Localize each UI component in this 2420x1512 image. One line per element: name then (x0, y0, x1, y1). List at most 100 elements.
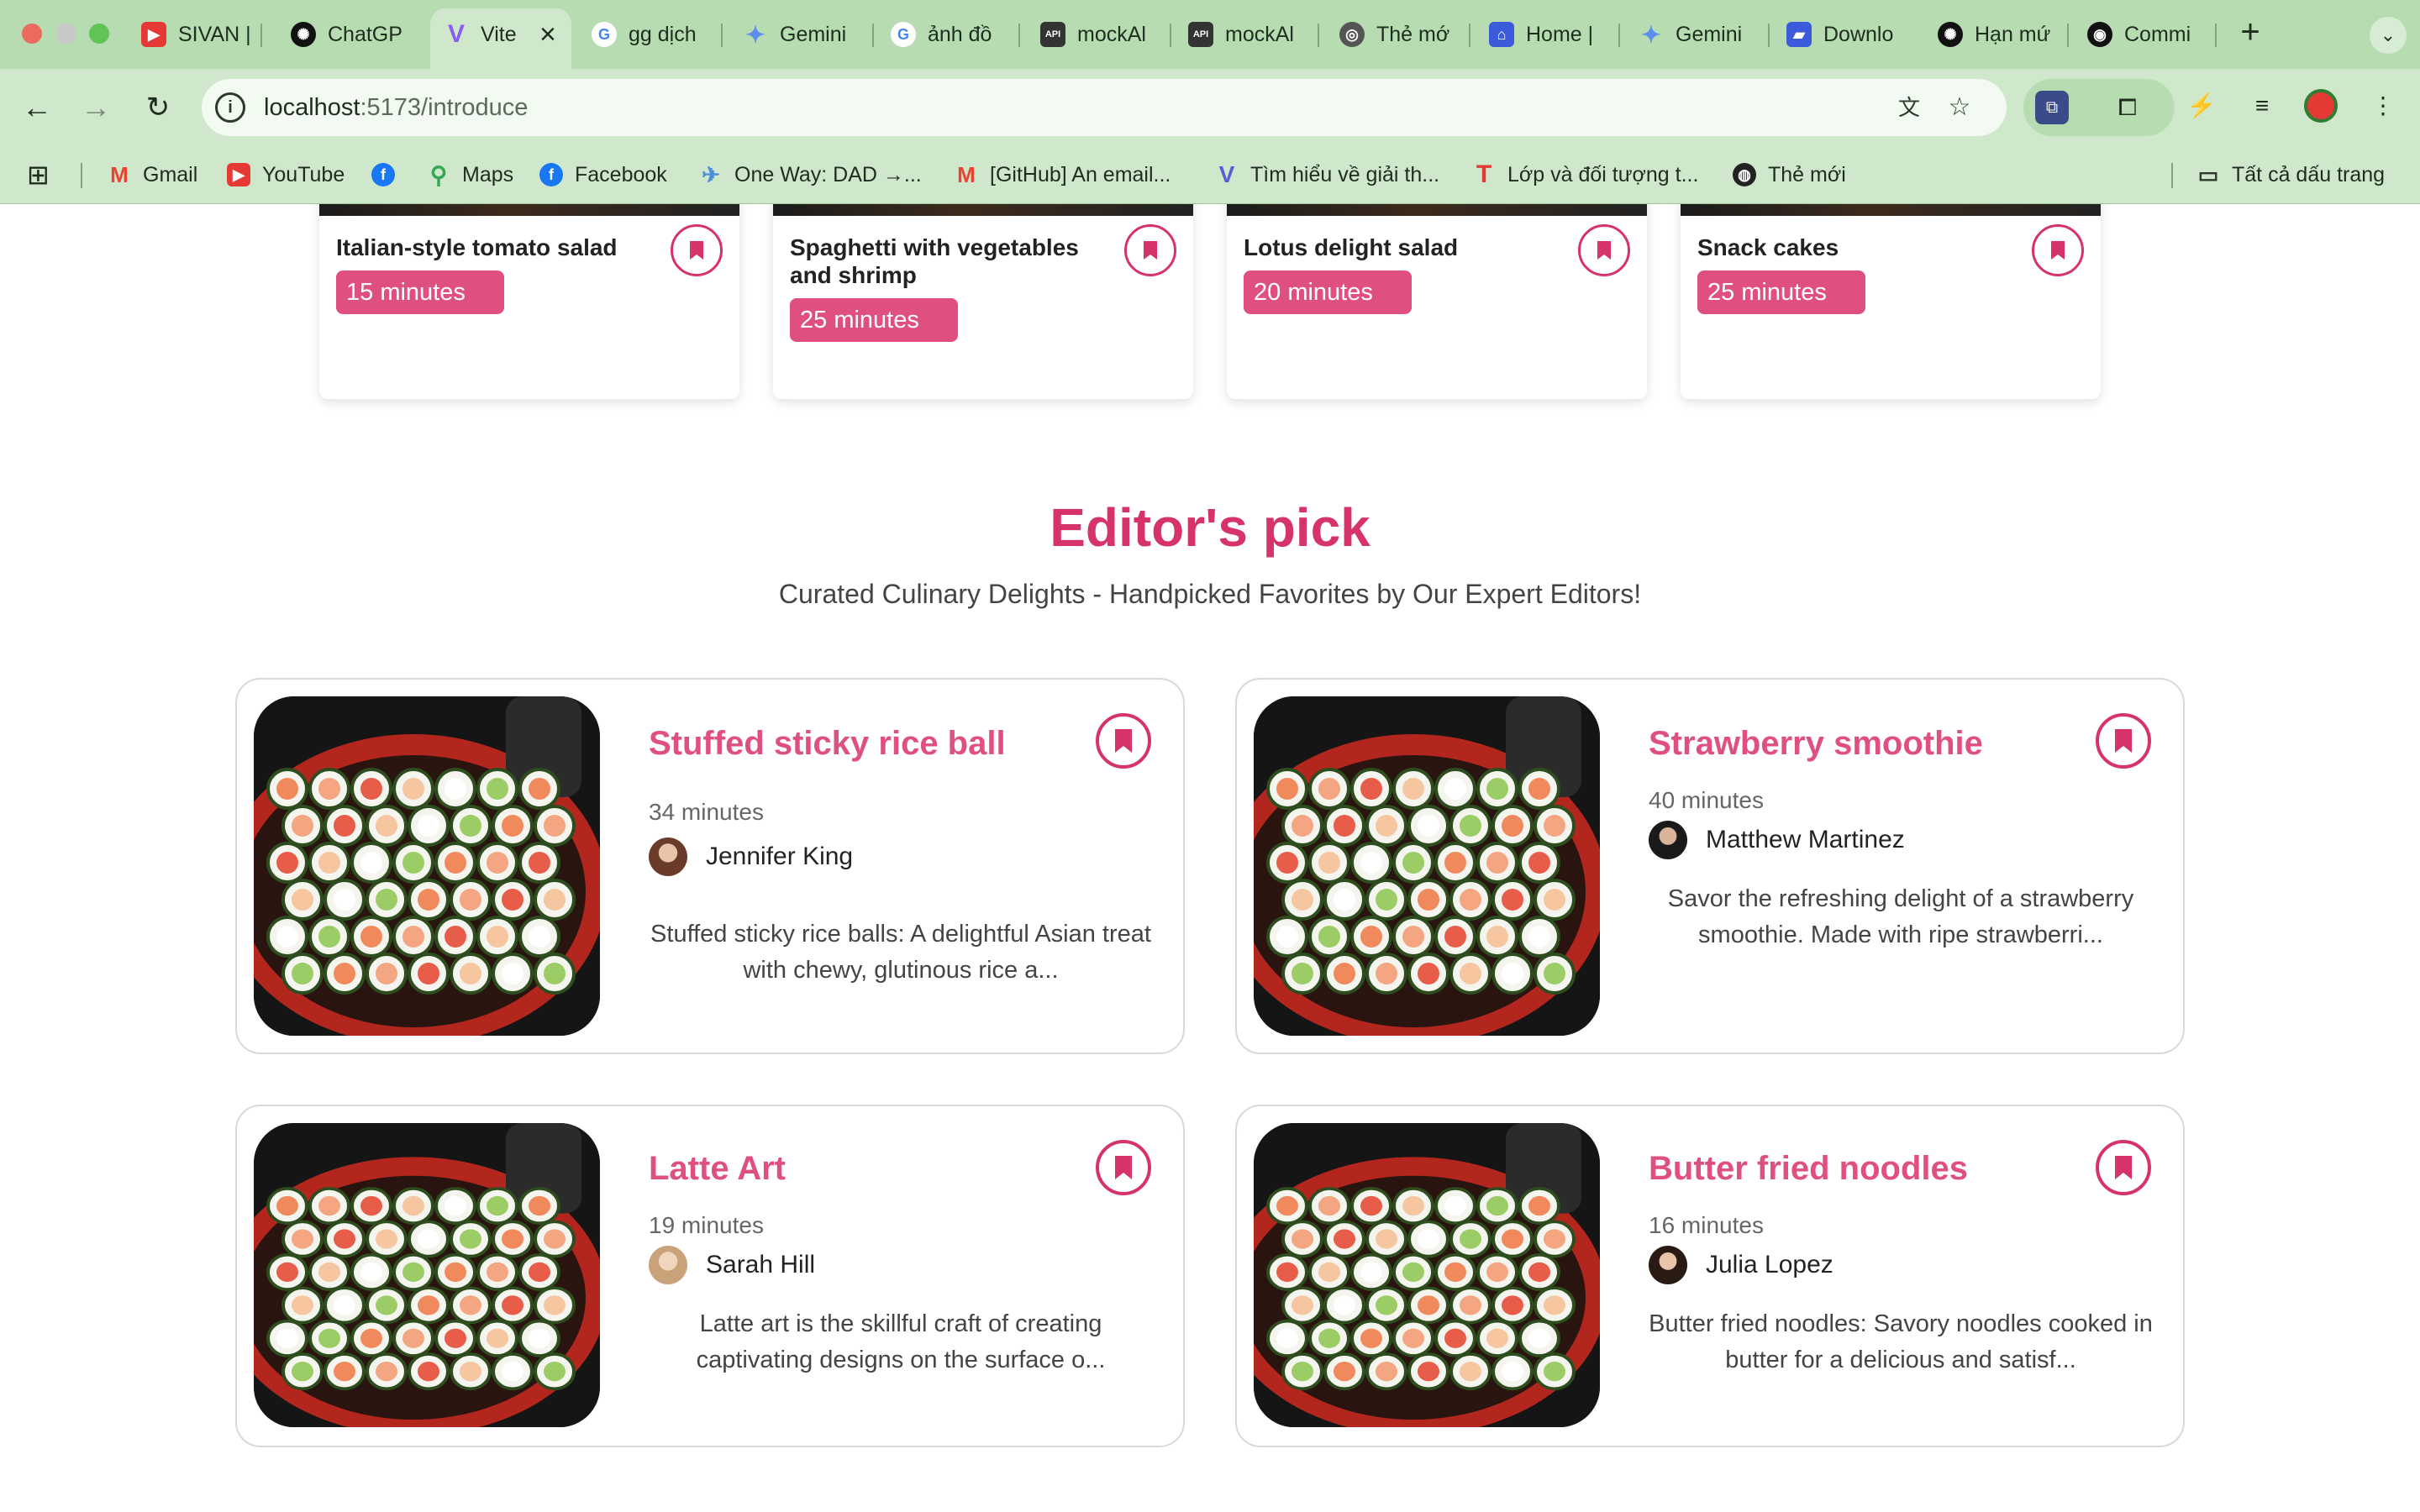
bookmark-gmail[interactable]: M Gmail (108, 158, 197, 192)
editor-pick-card[interactable]: Butter fried noodles 16 minutes Julia Lo… (1235, 1105, 2185, 1447)
translate-icon[interactable]: 文 (1892, 91, 1926, 124)
avatar (649, 1246, 687, 1284)
minimize-window-button[interactable] (55, 24, 76, 44)
recipe-title: Italian-style tomato salad (336, 234, 618, 260)
tab-search-button[interactable]: ⌄ (2370, 17, 2407, 54)
bolt-extension-icon[interactable]: ⚡ (2185, 89, 2218, 123)
v-icon: V (1218, 161, 1235, 187)
gmail-icon: M (110, 161, 129, 187)
tab[interactable]: Gảnh đồ (891, 15, 1008, 54)
gmail-icon: M (957, 161, 976, 187)
extension-icon[interactable]: ⧉ (2035, 91, 2069, 124)
puzzle-extensions-icon[interactable]: ⧠ (2111, 91, 2144, 124)
tab-vite-active[interactable]: V Vite × (444, 15, 570, 54)
bookmark-button[interactable] (1096, 713, 1151, 769)
bookmark-button[interactable] (2096, 713, 2151, 769)
bookmark-maps[interactable]: ⚲ Maps (427, 158, 513, 192)
time-badge: 25 minutes (790, 298, 958, 342)
bookmark-youtube[interactable]: ▶ YouTube (227, 158, 345, 192)
recipe-description: Butter fried noodles: Savory noodles coo… (1649, 1310, 2153, 1373)
maps-icon: ⚲ (429, 161, 448, 188)
tab-separator (1768, 24, 1770, 47)
close-tab-icon[interactable]: × (539, 18, 556, 51)
maximize-window-button[interactable] (89, 24, 109, 44)
bookmark-the-moi[interactable]: ◍ Thẻ mới (1733, 158, 1846, 192)
tab[interactable]: ✺ ChatGP (291, 15, 408, 54)
tab[interactable]: ⌂ Home | (1489, 15, 1607, 54)
tab[interactable]: API mockAl (1040, 15, 1158, 54)
menu-more-icon[interactable]: ⋮ (2366, 89, 2400, 123)
address-bar[interactable]: i localhost:5173/introduce 文 ☆ (202, 79, 2007, 136)
recipe-card[interactable]: Italian-style tomato salad 15 minutes (319, 204, 739, 399)
sushi-photo (254, 696, 600, 1036)
bookmark-facebook[interactable]: f Facebook (539, 158, 667, 192)
recipe-time: 40 minutes (1649, 787, 1764, 813)
bookmark-tim-hieu[interactable]: V Tìm hiểu về giải th... (1215, 158, 1439, 192)
youtube-icon: ▶ (141, 22, 166, 47)
author: Jennifer King (649, 836, 853, 878)
editor-pick-card[interactable]: Strawberry smoothie 40 minutes Matthew M… (1235, 678, 2185, 1054)
url-text[interactable]: localhost:5173/introduce (264, 94, 528, 122)
recipe-name[interactable]: Butter fried noodles (1649, 1150, 1968, 1188)
apps-grid-icon[interactable]: ⊞ (27, 158, 50, 192)
author: Matthew Martinez (1649, 819, 1905, 861)
editor-pick-card[interactable]: Latte Art 19 minutes Sarah Hill Latte ar… (235, 1105, 1185, 1447)
bookmark-star-icon[interactable]: ☆ (1943, 91, 1976, 124)
tab-separator (721, 24, 723, 47)
tab[interactable]: ✦ Gemini (743, 15, 869, 54)
author-name: Matthew Martinez (1706, 826, 1905, 853)
reload-button[interactable]: ↻ (139, 89, 176, 126)
bookmark-one-way[interactable]: ✈ One Way: DAD →... (699, 158, 922, 192)
tab[interactable]: ✺ Hạn mứ (1938, 15, 2055, 54)
time-badge: 20 minutes (1244, 270, 1412, 314)
gemini-icon: ✦ (1641, 21, 1661, 48)
avatar (1649, 1246, 1687, 1284)
bookmark-button[interactable] (1096, 1140, 1151, 1195)
back-button[interactable]: ← (18, 89, 55, 126)
bookmark-lop-va-doi-tuong[interactable]: T Lớp và đối tượng t... (1472, 158, 1699, 192)
tab-separator (1170, 24, 1171, 47)
editor-pick-card[interactable]: Stuffed sticky rice ball 34 minutes Jenn… (235, 678, 1185, 1054)
site-info-icon[interactable]: i (215, 92, 245, 123)
bookmark-facebook-icon-only[interactable]: f (371, 158, 407, 192)
profile-avatar[interactable] (2304, 89, 2338, 123)
bookmark-button[interactable] (2096, 1140, 2151, 1195)
media-controls-icon[interactable]: ≡ (2245, 89, 2279, 123)
recipe-card[interactable]: Spaghetti with vegetables and shrimp 25 … (773, 204, 1193, 399)
tab-separator (260, 24, 262, 47)
bookmark-button[interactable] (1578, 224, 1630, 276)
bookmark-icon (1115, 729, 1132, 753)
chrome-icon: ◎ (1339, 22, 1365, 47)
tab[interactable]: Ggg dịch (592, 15, 709, 54)
recipe-image (1681, 204, 2101, 216)
recipe-card[interactable]: Snack cakes 25 minutes (1681, 204, 2101, 399)
close-window-button[interactable] (22, 24, 42, 44)
new-tab-button[interactable]: + (2232, 15, 2269, 52)
tab-separator (1618, 24, 1620, 47)
recipe-card[interactable]: Lotus delight salad 20 minutes (1227, 204, 1647, 399)
tab[interactable]: ▰ Downlo (1786, 15, 1904, 54)
bookmark-button[interactable] (671, 224, 723, 276)
bookmark-icon (1115, 1156, 1132, 1179)
bookmarks-separator (2171, 163, 2173, 188)
recipe-name[interactable]: Strawberry smoothie (1649, 725, 1983, 763)
bookmark-button[interactable] (2032, 224, 2084, 276)
all-bookmarks-button[interactable]: ▭ Tất cả dấu trang (2196, 158, 2385, 192)
bookmarks-bar: ⊞ M Gmail ▶ YouTube f ⚲ Maps f Facebook ✈ One… (0, 146, 2420, 204)
tab[interactable]: ◎ Thẻ mớ (1339, 15, 1457, 54)
author-name: Julia Lopez (1706, 1251, 1833, 1278)
bookmark-button[interactable] (1124, 224, 1176, 276)
openai-icon: ✺ (1938, 22, 1963, 47)
recipe-name[interactable]: Stuffed sticky rice ball (649, 725, 1006, 763)
tab[interactable]: ✦ Gemini (1639, 15, 1765, 54)
recipe-name[interactable]: Latte Art (649, 1150, 786, 1188)
forward-button[interactable]: → (77, 89, 114, 126)
recipe-description: Savor the refreshing delight of a strawb… (1667, 885, 2134, 948)
globe-icon: ◍ (1733, 163, 1756, 186)
tab[interactable]: ▶ SIVAN | (141, 15, 252, 54)
tab[interactable]: ◉ Commi (2087, 15, 2205, 54)
bookmark-github-email[interactable]: M [GitHub] An email... (955, 158, 1171, 192)
author-name: Sarah Hill (706, 1251, 816, 1278)
bookmark-icon (690, 241, 703, 260)
tab[interactable]: API mockAl (1188, 15, 1306, 54)
